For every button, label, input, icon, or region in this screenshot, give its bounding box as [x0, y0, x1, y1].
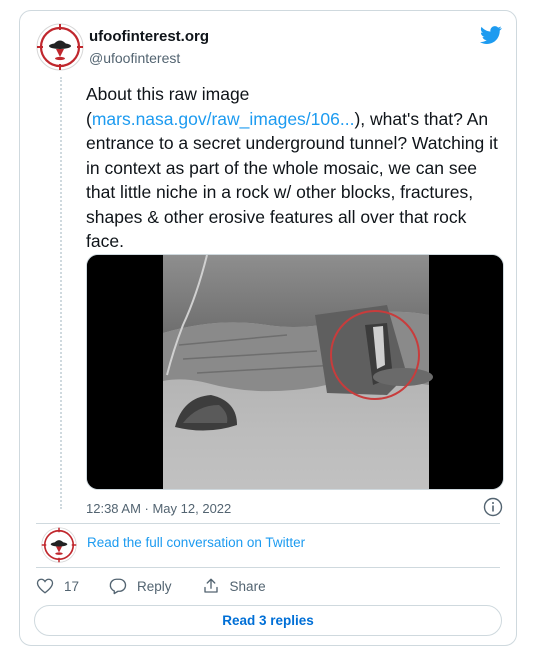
share-icon [203, 578, 218, 593]
tweet-text: About this raw image (mars.nasa.gov/raw_… [86, 82, 506, 254]
tweet-timestamp[interactable]: 12:38 AM · May 12, 2022 [86, 501, 231, 516]
info-icon[interactable] [483, 497, 503, 517]
twitter-bird-icon[interactable] [480, 24, 502, 46]
like-button[interactable]: 17 [36, 577, 79, 595]
ufo-logo-icon [41, 527, 77, 563]
reply-bubble-icon [109, 578, 127, 595]
tweet-link[interactable]: mars.nasa.gov/raw_images/106... [92, 109, 355, 129]
tweet-text-end: ), what's that? An entrance to a secret … [86, 108, 498, 252]
ufo-logo-icon [36, 23, 84, 71]
action-bar: 17 Reply Share [36, 575, 296, 597]
read-replies-button[interactable]: Read 3 replies [34, 605, 502, 636]
author-name[interactable]: ufoofinterest.org [89, 28, 209, 45]
read-conversation-link[interactable]: Read the full conversation on Twitter [87, 535, 305, 550]
divider [36, 523, 500, 524]
thread-line [60, 77, 62, 509]
reply-label: Reply [137, 578, 172, 594]
conversation-avatar[interactable] [41, 527, 77, 563]
reply-button[interactable]: Reply [109, 577, 172, 595]
tweet-card: ufoofinterest.org @ufoofinterest About t… [19, 10, 517, 646]
tweet-media[interactable] [86, 254, 504, 490]
divider [36, 567, 500, 568]
author-avatar[interactable] [36, 23, 84, 71]
mars-rock-photo [87, 255, 503, 489]
share-button[interactable]: Share [202, 577, 266, 595]
share-label: Share [229, 578, 266, 594]
like-count: 17 [64, 578, 80, 594]
author-handle[interactable]: @ufoofinterest [89, 50, 180, 66]
heart-icon [36, 578, 54, 594]
